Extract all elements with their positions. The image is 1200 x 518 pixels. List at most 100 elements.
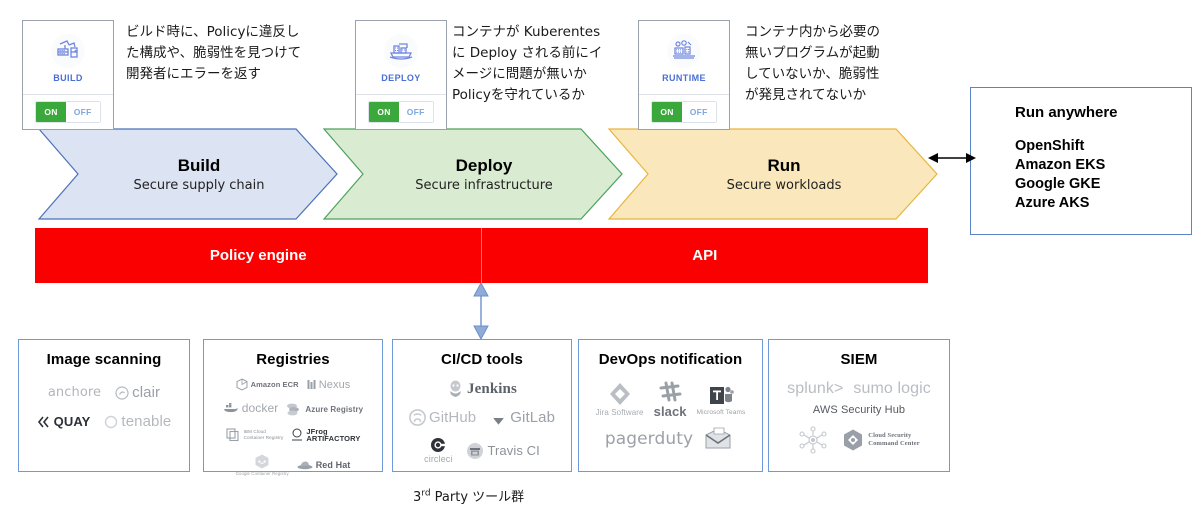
diagram-canvas: Build Secure supply chain Deploy Secure … — [0, 0, 1200, 518]
sumo-logic-logo: sumo logic — [853, 380, 931, 397]
build-toggle-on[interactable]: ON — [36, 102, 66, 122]
panel-cicd-tools-title: CI/CD tools — [441, 351, 523, 368]
github-logo: GitHub — [409, 409, 476, 426]
panel-cicd-tools: CI/CD tools Jenkins GitHub GitLab circle… — [392, 339, 572, 472]
runtime-toggle[interactable]: ON OFF — [651, 101, 717, 123]
hash-icon — [659, 381, 682, 402]
jenkins-logo: Jenkins — [399, 380, 565, 398]
run-anywhere-box: Run anywhere OpenShift Amazon EKS Google… — [970, 87, 1192, 235]
run-anywhere-item-google-gke: Google GKE — [1015, 176, 1101, 192]
pagerduty-logo: pagerduty — [604, 429, 694, 449]
run-to-anywhere-connector — [928, 148, 976, 173]
docker-logo: docker — [223, 401, 279, 415]
stage-card-build-bottom: ON OFF — [23, 95, 113, 129]
chevron-build-title: Build — [177, 155, 221, 175]
panel-siem-title: SIEM — [840, 351, 878, 368]
butler-icon — [450, 380, 461, 397]
fox-icon — [491, 412, 506, 424]
cube-icon — [236, 378, 248, 391]
chevron-deploy-title: Deploy — [455, 155, 513, 175]
policy-engine-label: Policy engine — [209, 247, 307, 264]
teams-t-icon — [710, 386, 734, 404]
google-container-registry-logo: Google Container Registry — [236, 453, 289, 476]
policy-engine-api-bar: Policy engine API — [35, 228, 928, 283]
stage-card-deploy[interactable]: DEPLOY ON OFF — [355, 20, 447, 130]
third-party-tools-caption: 3rd Party ツール群 — [413, 486, 524, 505]
run-anywhere-item-openshift: OpenShift — [1015, 138, 1085, 154]
deploy-toggle-off[interactable]: OFF — [398, 102, 433, 122]
runtime-gear-icon — [667, 34, 701, 68]
double-chevron-icon — [37, 416, 49, 427]
stage-card-build[interactable]: BUILD ON OFF — [22, 20, 114, 130]
ring-icon — [292, 428, 303, 440]
build-description: ビルド時に、Policyに違反し た構成や、脆弱性を見つけて 開発者にエラーを返… — [126, 24, 302, 82]
clair-logo: clair — [115, 384, 160, 401]
stage-card-runtime-label: RUNTIME — [662, 73, 706, 83]
panel-image-scanning: Image scanning anchore clair QUAY tenabl… — [18, 339, 190, 472]
deploy-toggle-on[interactable]: ON — [369, 102, 399, 122]
travisci-logo: Travis CI — [466, 442, 540, 460]
azure-sentinel-logo — [798, 426, 831, 454]
runtime-toggle-on[interactable]: ON — [652, 102, 682, 122]
network-icon — [799, 426, 827, 454]
circle-swirl-icon — [115, 385, 129, 400]
stage-card-build-label: BUILD — [53, 73, 83, 83]
run-anywhere-item-amazon-eks: Amazon EKS — [1015, 157, 1106, 173]
deploy-toggle[interactable]: ON OFF — [368, 101, 434, 123]
badge-icon — [467, 442, 484, 459]
amazon-ecr-logo: Amazon ECR — [236, 378, 299, 391]
deploy-ship-icon — [384, 34, 418, 68]
target-icon — [431, 438, 447, 452]
anchore-logo: anchore — [47, 385, 102, 400]
run-anywhere-title: Run anywhere — [1015, 104, 1118, 121]
stage-card-runtime-bottom: ON OFF — [639, 95, 729, 129]
api-label: API — [692, 247, 718, 264]
jfrog-artifactory-logo: JFrog ARTIFACTORY — [291, 427, 360, 442]
aws-security-hub-logo: AWS Security Hub — [812, 404, 906, 416]
boxes-icon — [226, 428, 239, 442]
chevron-run-subtitle: Secure workloads — [726, 177, 842, 193]
chevron-build: Build Secure supply chain — [38, 128, 338, 220]
build-robot-icon — [51, 34, 85, 68]
teams-logo: Microsoft Teams — [697, 384, 746, 416]
stage-card-deploy-top: DEPLOY — [356, 21, 446, 95]
jira-logo: Jira Software — [596, 382, 644, 417]
stage-card-deploy-bottom: ON OFF — [356, 95, 446, 129]
panel-registries: Registries Amazon ECR Nexus docker Azure… — [203, 339, 383, 476]
chevron-deploy-subtitle: Secure infrastructure — [415, 177, 553, 193]
redbar-to-tools-connector — [472, 281, 490, 344]
build-toggle-off[interactable]: OFF — [65, 102, 100, 122]
stage-card-runtime-top: RUNTIME — [639, 21, 729, 95]
panel-siem: SIEM splunk> sumo logic AWS Security Hub — [768, 339, 950, 472]
gitlab-logo: GitLab — [490, 409, 555, 426]
build-toggle[interactable]: ON OFF — [35, 101, 101, 123]
bars-icon — [307, 380, 316, 389]
red-hat-logo: Red Hat — [297, 459, 351, 470]
octocat-icon — [409, 409, 426, 426]
email-logo — [703, 427, 736, 451]
run-anywhere-item-azure-aks: Azure AKS — [1015, 195, 1090, 211]
chevron-run-title: Run — [767, 155, 801, 175]
redbar-divider — [481, 228, 482, 283]
stage-card-deploy-label: DEPLOY — [381, 73, 421, 83]
azure-registry-logo: Azure Registry — [286, 402, 363, 416]
stage-card-runtime[interactable]: RUNTIME ON OFF — [638, 20, 730, 130]
nexus-logo: Nexus — [307, 379, 351, 391]
hexagon-diamond-icon — [844, 429, 863, 451]
caption-text: 3rd Party ツール群 — [413, 488, 525, 505]
quay-logo: QUAY — [37, 414, 91, 429]
slack-logo: slack — [654, 380, 687, 419]
hat-icon — [297, 461, 313, 470]
hexagon-icon — [255, 454, 269, 469]
runtime-description: コンテナ内から必要の 無いプログラムが起動 していないか、脆弱性 が発見されてな… — [745, 24, 880, 103]
panel-image-scanning-title: Image scanning — [46, 351, 162, 368]
ring-icon — [105, 415, 118, 428]
panel-registries-title: Registries — [256, 351, 330, 368]
cloud-security-command-center-logo: Cloud Security Command Center — [841, 428, 920, 452]
diamond-icon — [609, 383, 630, 405]
panel-devops-notification: DevOps notification Jira Software slack … — [578, 339, 763, 472]
runtime-toggle-off[interactable]: OFF — [681, 102, 716, 122]
chevron-deploy: Deploy Secure infrastructure — [323, 128, 623, 220]
circleci-logo: circleci — [424, 437, 452, 464]
chevron-run: Run Secure workloads — [608, 128, 938, 220]
